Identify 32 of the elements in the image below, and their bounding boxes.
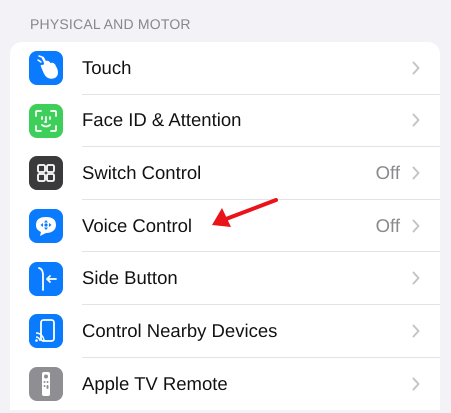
settings-row[interactable]: Switch Control Off xyxy=(10,147,440,200)
row-value: Off xyxy=(376,162,400,184)
settings-row[interactable]: Control Nearby Devices xyxy=(10,304,440,358)
chevron-icon xyxy=(412,271,420,286)
face-icon xyxy=(29,104,63,138)
row-label: Control Nearby Devices xyxy=(82,320,278,342)
voice-icon xyxy=(29,209,63,244)
settings-row[interactable]: Side Button xyxy=(10,252,440,305)
remote-icon xyxy=(29,366,63,401)
settings-row[interactable]: Apple TV Remote xyxy=(10,358,440,410)
section-header: PHYSICAL AND MOTOR xyxy=(29,16,192,34)
phone-icon xyxy=(29,314,63,348)
settings-row[interactable]: Voice Control Off xyxy=(10,200,440,252)
chevron-icon xyxy=(412,218,420,233)
settings-row[interactable]: Touch xyxy=(10,42,440,95)
grid-icon xyxy=(29,156,63,190)
hand-icon xyxy=(29,51,63,86)
settings-row[interactable]: Face ID & Attention xyxy=(10,94,440,148)
row-label: Voice Control xyxy=(82,214,194,237)
row-label: Touch xyxy=(82,56,132,79)
row-label: Face ID & Attention xyxy=(82,109,242,132)
row-label: Side Button xyxy=(82,267,179,290)
side-icon xyxy=(29,262,63,296)
chevron-icon xyxy=(412,324,420,338)
chevron-icon xyxy=(412,376,420,391)
arrow-annotation xyxy=(212,198,278,228)
chevron-icon xyxy=(412,113,420,128)
chevron-icon xyxy=(412,60,420,75)
row-label: Switch Control xyxy=(82,162,202,184)
row-label: Apple TV Remote xyxy=(82,372,229,395)
chevron-icon xyxy=(412,166,420,180)
row-value: Off xyxy=(376,214,400,237)
